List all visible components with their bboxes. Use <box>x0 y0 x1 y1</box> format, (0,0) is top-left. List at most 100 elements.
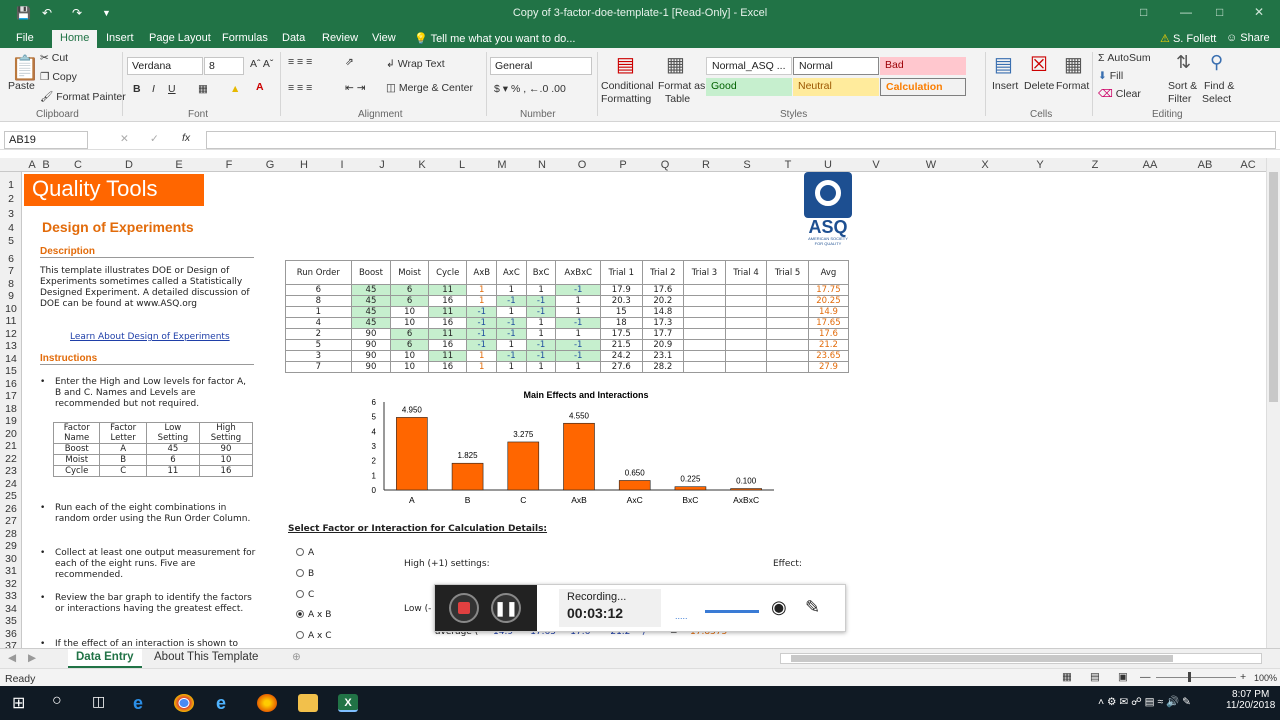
zoom-slider[interactable] <box>1156 677 1236 678</box>
doe-cell[interactable] <box>683 317 726 329</box>
find-select-button[interactable]: Find & <box>1204 80 1234 92</box>
doe-cell[interactable]: 14.8 <box>641 306 685 318</box>
doe-cell[interactable]: 6 <box>285 284 352 296</box>
doe-cell[interactable]: -1 <box>555 284 601 296</box>
orientation-icon[interactable]: ⇗ <box>345 56 354 68</box>
pen-icon[interactable]: ✎ <box>805 597 820 618</box>
style-normal[interactable]: Normal <box>793 57 879 75</box>
doe-cell[interactable]: -1 <box>525 295 557 307</box>
column-header[interactable]: P <box>602 159 644 171</box>
row-header[interactable]: 25 <box>0 490 22 502</box>
copy-button[interactable]: ❐ Copy <box>40 71 77 83</box>
row-header[interactable]: 23 <box>0 465 22 477</box>
style-normal-asq[interactable]: Normal_ASQ ... <box>706 57 792 75</box>
style-calculation[interactable]: Calculation <box>880 78 966 96</box>
column-header[interactable]: M <box>482 159 522 171</box>
row-header[interactable]: 19 <box>0 415 22 427</box>
doe-cell[interactable]: 1 <box>466 295 498 307</box>
doe-cell[interactable]: 15 <box>599 306 643 318</box>
clock[interactable]: 8:07 PM 11/20/2018 <box>1226 689 1275 711</box>
grow-font-icon[interactable]: Aˆ Aˇ <box>250 58 273 70</box>
doe-cell[interactable] <box>683 339 726 351</box>
column-header[interactable]: T <box>768 159 808 171</box>
doe-cell[interactable]: 1 <box>496 284 527 296</box>
minimize-icon[interactable]: — <box>1180 5 1192 19</box>
factor-cell[interactable]: C <box>99 465 147 477</box>
autosum-button[interactable]: Σ AutoSum <box>1098 52 1151 64</box>
doe-cell[interactable]: 6 <box>390 339 429 351</box>
row-header[interactable]: 16 <box>0 378 22 390</box>
insert-cells-icon[interactable]: ▤ <box>994 52 1013 77</box>
column-header[interactable]: U <box>808 159 848 171</box>
conditional-formatting-button[interactable]: Conditional <box>601 80 654 92</box>
doe-cell[interactable]: -1 <box>466 306 498 318</box>
doe-cell[interactable] <box>766 350 809 362</box>
doe-cell[interactable]: 45 <box>350 284 392 296</box>
doe-cell[interactable]: 1 <box>555 361 601 373</box>
sort-filter-label[interactable]: Filter <box>1168 93 1191 105</box>
doe-cell[interactable] <box>766 306 809 318</box>
pause-button[interactable]: ❚❚ <box>491 593 521 623</box>
doe-cell[interactable]: 4 <box>285 317 352 329</box>
row-header[interactable]: 18 <box>0 403 22 415</box>
zoom-in-icon[interactable]: + <box>1240 671 1246 683</box>
doe-cell[interactable]: 27.6 <box>599 361 643 373</box>
doe-cell[interactable]: 1 <box>466 361 498 373</box>
factor-cell[interactable]: Cycle <box>52 465 101 477</box>
doe-cell[interactable]: 16 <box>427 295 468 307</box>
vertical-scrollbar[interactable] <box>1266 158 1280 650</box>
column-header[interactable]: R <box>686 159 726 171</box>
doe-cell[interactable]: -1 <box>466 339 498 351</box>
conditional-format-icon[interactable]: ▤ <box>616 52 635 77</box>
doe-cell[interactable]: 20.25 <box>807 295 850 307</box>
insert-button[interactable]: Insert <box>992 80 1018 92</box>
format-painter-button[interactable]: 🖌 Format Painter <box>40 90 126 103</box>
doe-cell[interactable] <box>766 361 809 373</box>
doe-cell[interactable]: 3 <box>285 350 352 362</box>
doe-cell[interactable]: 20.9 <box>641 339 685 351</box>
doe-cell[interactable]: 21.5 <box>599 339 643 351</box>
normal-view-icon[interactable]: ▦ <box>1062 671 1072 683</box>
tab-file[interactable]: File <box>8 30 42 48</box>
style-good[interactable]: Good <box>706 78 792 96</box>
column-header[interactable]: J <box>362 159 402 171</box>
doe-cell[interactable]: 1 <box>555 328 601 340</box>
doe-cell[interactable]: 1 <box>496 361 527 373</box>
borders-icon[interactable]: ▦ <box>198 83 208 95</box>
doe-cell[interactable]: 28.2 <box>641 361 685 373</box>
row-header[interactable]: 33 <box>0 590 22 602</box>
currency-icon[interactable]: $ ▾ % , ←.0 .00 <box>494 83 566 95</box>
maximize-icon[interactable]: □ <box>1216 5 1223 19</box>
doe-cell[interactable]: 23.1 <box>641 350 685 362</box>
radio-c[interactable]: C <box>296 590 314 601</box>
column-header[interactable]: D <box>104 159 154 171</box>
row-header[interactable]: 24 <box>0 478 22 490</box>
column-header[interactable]: I <box>322 159 362 171</box>
row-header[interactable]: 2 <box>0 193 22 205</box>
tab-formulas[interactable]: Formulas <box>214 30 276 48</box>
share-button[interactable]: ☺ Share <box>1218 30 1278 48</box>
add-sheet-icon[interactable]: ⊕ <box>292 651 301 663</box>
doe-cell[interactable]: -1 <box>525 306 557 318</box>
row-header[interactable]: 15 <box>0 365 22 377</box>
enter-icon[interactable]: ✓ <box>150 133 159 145</box>
row-header[interactable]: 6 <box>0 253 22 265</box>
column-header[interactable]: Y <box>1012 159 1068 171</box>
name-box[interactable]: AB19 <box>4 131 88 149</box>
doe-cell[interactable]: 17.9 <box>599 284 643 296</box>
sort-filter-button[interactable]: Sort & <box>1168 80 1197 92</box>
factor-cell[interactable]: 10 <box>198 454 254 466</box>
row-header[interactable]: 17 <box>0 390 22 402</box>
doe-cell[interactable]: 2 <box>285 328 352 340</box>
doe-cell[interactable]: 1 <box>525 284 557 296</box>
doe-cell[interactable] <box>724 339 768 351</box>
doe-cell[interactable]: 1 <box>525 317 557 329</box>
doe-cell[interactable]: 16 <box>427 317 468 329</box>
italic-icon[interactable]: I <box>152 83 155 95</box>
factor-cell[interactable]: 45 <box>145 443 200 455</box>
doe-cell[interactable]: 6 <box>390 284 429 296</box>
factor-cell[interactable]: 11 <box>145 465 200 477</box>
row-header[interactable]: 29 <box>0 540 22 552</box>
row-header[interactable]: 21 <box>0 440 22 452</box>
row-header[interactable]: 11 <box>0 315 22 327</box>
